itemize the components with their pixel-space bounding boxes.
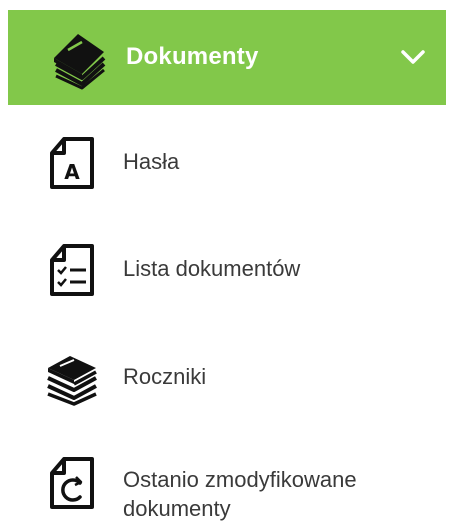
menu-item-label: Hasła <box>123 149 180 174</box>
menu-item-label-line2: dokumenty <box>123 496 231 521</box>
menu-item-label: Ostanio zmodyfikowane <box>123 467 357 492</box>
menu-item-hasla[interactable]: A Hasła <box>0 135 454 195</box>
menu-item-lista-dokumentow[interactable]: Lista dokumentów <box>0 242 454 302</box>
chevron-down-icon[interactable] <box>400 46 426 68</box>
documents-menu: Dokumenty A Hasła Lista dokumentów Roczn… <box>0 0 454 525</box>
document-a-icon: A <box>50 137 94 189</box>
menu-item-ostanio-zmodyfikowane[interactable]: Ostanio zmodyfikowane dokumenty <box>0 455 454 525</box>
document-refresh-icon <box>50 457 94 509</box>
svg-text:A: A <box>64 160 80 184</box>
menu-item-label: Lista dokumentów <box>123 256 301 281</box>
menu-header-dokumenty[interactable]: Dokumenty <box>8 10 446 105</box>
menu-item-label: Roczniki <box>123 364 207 389</box>
menu-header-label: Dokumenty <box>126 43 259 70</box>
menu-item-roczniki[interactable]: Roczniki <box>0 350 454 410</box>
books-stack-icon <box>47 356 97 406</box>
book-stack-icon <box>54 34 106 90</box>
document-checklist-icon <box>50 244 94 296</box>
